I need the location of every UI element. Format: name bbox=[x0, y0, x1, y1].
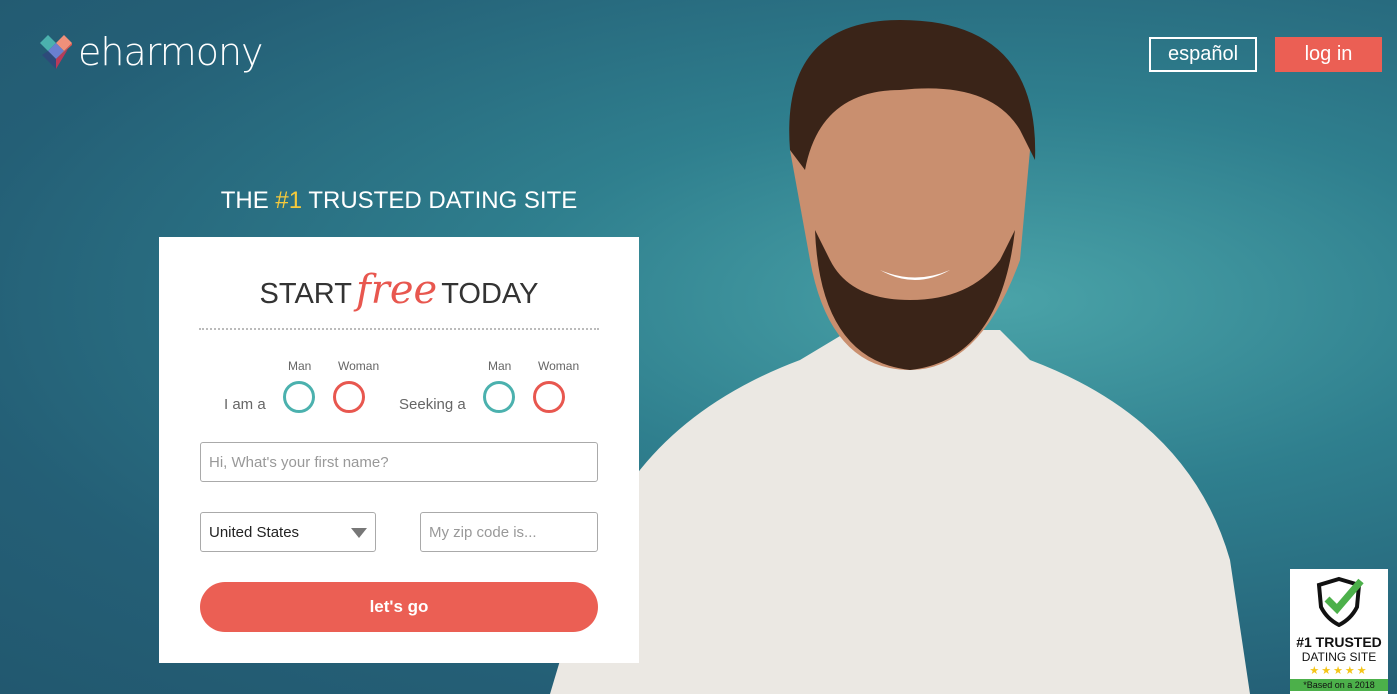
chevron-down-icon bbox=[351, 528, 367, 538]
logo-text: eharmony bbox=[78, 30, 264, 74]
i-am-woman-label: Woman bbox=[338, 359, 380, 373]
seeking-man-radio[interactable] bbox=[483, 381, 515, 413]
badge-line1: #1 TRUSTED bbox=[1296, 634, 1382, 650]
hero-man-photo bbox=[550, 20, 1250, 694]
country-select[interactable]: United States bbox=[200, 512, 376, 552]
title-free: free bbox=[355, 267, 438, 313]
seeking-man-label: Man bbox=[488, 359, 512, 373]
divider bbox=[199, 328, 599, 330]
tagline-highlight: #1 bbox=[275, 187, 303, 214]
login-button[interactable]: log in bbox=[1275, 37, 1382, 72]
eharmony-logo[interactable]: eharmony bbox=[38, 30, 264, 74]
badge-line2: DATING SITE bbox=[1301, 650, 1377, 664]
seeking-woman-radio[interactable] bbox=[533, 381, 565, 413]
badge-stars: ★★★★★ bbox=[1309, 665, 1369, 677]
seeking-woman-label: Woman bbox=[538, 359, 580, 373]
tagline: THE #1 TRUSTED DATING SITE bbox=[159, 187, 639, 215]
tagline-post: TRUSTED DATING SITE bbox=[302, 187, 578, 214]
tagline-pre: THE bbox=[220, 187, 276, 214]
i-am-woman-radio[interactable] bbox=[333, 381, 365, 413]
lets-go-button[interactable]: let's go bbox=[200, 582, 598, 632]
title-start: START bbox=[259, 278, 352, 310]
heart-logo-icon bbox=[40, 35, 72, 69]
i-am-man-label: Man bbox=[288, 359, 312, 373]
form-title: START free TODAY bbox=[159, 267, 639, 313]
signup-card: START free TODAY Man Woman I am a Man Woma… bbox=[159, 237, 639, 663]
zip-code-input[interactable]: My zip code is... bbox=[420, 512, 598, 552]
trusted-badge: #1 TRUSTED DATING SITE ★★★★★ *Based on a… bbox=[1290, 569, 1388, 694]
badge-footnote: *Based on a 2018 bbox=[1290, 679, 1388, 691]
first-name-input[interactable]: Hi, What's your first name? bbox=[200, 442, 598, 482]
seeking-label: Seeking a bbox=[399, 396, 466, 413]
country-value: United States bbox=[209, 523, 300, 541]
i-am-man-radio[interactable] bbox=[283, 381, 315, 413]
shield-check-icon bbox=[1316, 576, 1364, 628]
i-am-label: I am a bbox=[224, 396, 266, 413]
title-end: TODAY bbox=[441, 278, 539, 310]
